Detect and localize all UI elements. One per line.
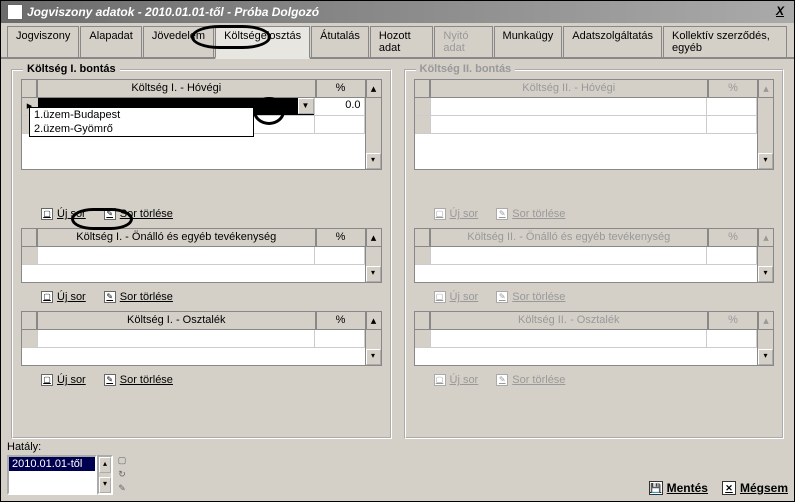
edit-icon[interactable]: ✎: [115, 483, 129, 495]
col-header-pct: %: [316, 79, 366, 98]
scrollbar-3[interactable]: ▾: [365, 330, 381, 365]
new-row-button[interactable]: ▢Új sor: [41, 208, 86, 220]
grid-2-hovegi: Költség II. - Hóvégi % ▴ ▾: [414, 79, 775, 170]
scroll-up-3[interactable]: ▴: [366, 311, 382, 330]
new-icon: ▢: [41, 374, 53, 386]
delete-icon: ✎: [104, 291, 116, 303]
cancel-icon: ✕: [722, 481, 736, 495]
scroll-up[interactable]: ▴: [366, 79, 382, 98]
scrollbar-2[interactable]: ▾: [365, 247, 381, 282]
scroll-up-2[interactable]: ▴: [366, 228, 382, 247]
tab-atutalas[interactable]: Átutalás: [311, 26, 369, 57]
content: Költség I. bontás Költség I. - Hóvégi % …: [1, 59, 794, 449]
col-header-pct-3: %: [316, 311, 366, 330]
cell-pct-1[interactable]: 0.0: [315, 98, 365, 116]
cell-empty-pct[interactable]: [315, 116, 365, 134]
delete-icon: ✎: [496, 291, 508, 303]
row-header-corner: [21, 79, 37, 98]
tab-munkaugy[interactable]: Munkaügy: [494, 26, 563, 57]
col-header-main-3: Költség I. - Osztalék: [37, 311, 316, 330]
app-icon: [7, 4, 23, 20]
close-button[interactable]: X: [772, 4, 788, 20]
tab-bar: Jogviszony Alapadat Jövedelem Költségelo…: [1, 23, 794, 59]
window-title: Jogviszony adatok - 2010.01.01-től - Pró…: [27, 5, 319, 19]
cancel-button[interactable]: ✕Mégsem: [722, 481, 788, 495]
save-icon: 💾: [649, 481, 663, 495]
save-button[interactable]: 💾Mentés: [649, 481, 708, 495]
new-row-button-3[interactable]: ▢Új sor: [41, 374, 86, 386]
delete-row-disabled: ✎Sor törlése: [496, 208, 565, 220]
new-icon: ▢: [434, 374, 446, 386]
delete-icon: ✎: [496, 374, 508, 386]
tab-koltsegelosztas[interactable]: Költségelosztás: [215, 26, 310, 59]
cell-3-pct[interactable]: [315, 330, 365, 348]
cell-2-pct[interactable]: [315, 247, 365, 265]
panel-koltseg-1: Költség I. bontás Költség I. - Hóvégi % …: [11, 69, 392, 439]
tab-adatszolgaltatas[interactable]: Adatszolgáltatás: [563, 26, 662, 57]
scroll-down[interactable]: ▾: [366, 153, 381, 169]
delete-row-button-2[interactable]: ✎Sor törlése: [104, 291, 173, 303]
new-icon: ▢: [434, 291, 446, 303]
hataly-label: Hatály:: [7, 441, 131, 453]
new-icon: ▢: [434, 208, 446, 220]
new-row-disabled: ▢Új sor: [434, 208, 479, 220]
grid-1-osztalek: Költség I. - Osztalék % ▴ ▾: [21, 311, 382, 366]
col-header-main: Költség I. - Hóvégi: [37, 79, 316, 98]
panel-title-2: Költség II. bontás: [416, 63, 516, 75]
tab-hozott-adat[interactable]: Hozott adat: [370, 26, 434, 57]
window: Jogviszony adatok - 2010.01.01-től - Pró…: [0, 0, 795, 502]
hataly-list[interactable]: 2010.01.01-től: [7, 455, 97, 495]
delete-row-button-3[interactable]: ✎Sor törlése: [104, 374, 173, 386]
tab-nyito-adat[interactable]: Nyitó adat: [434, 26, 492, 57]
dropdown-list[interactable]: 1.üzem-Budapest 2.üzem-Gyömrő: [29, 107, 254, 137]
cell-2[interactable]: [38, 247, 315, 265]
hataly-item[interactable]: 2010.01.01-től: [9, 457, 95, 471]
titlebar: Jogviszony adatok - 2010.01.01-től - Pró…: [1, 1, 794, 23]
footer: Hatály: 2010.01.01-től ▴ ▾ ▢ ↻ ✎ 💾Mentés: [7, 441, 788, 495]
scroll-down-icon[interactable]: ▾: [99, 477, 111, 493]
tab-alapadat[interactable]: Alapadat: [80, 26, 141, 57]
grid-2-osztalek: Költség II. - Osztalék % ▴ ▾: [414, 311, 775, 366]
panel-koltseg-2: Költség II. bontás Költség II. - Hóvégi …: [404, 69, 785, 439]
hataly-scroll[interactable]: ▴ ▾: [97, 455, 113, 495]
grid-1-onallo: Költség I. - Önálló és egyéb tevékenység…: [21, 228, 382, 283]
new-row-button-2[interactable]: ▢Új sor: [41, 291, 86, 303]
hataly-section: Hatály: 2010.01.01-től ▴ ▾ ▢ ↻ ✎: [7, 441, 131, 495]
col-header-main-2: Költség I. - Önálló és egyéb tevékenység: [37, 228, 316, 247]
delete-icon: ✎: [104, 374, 116, 386]
tab-jogviszony[interactable]: Jogviszony: [7, 26, 79, 57]
new-icon: ▢: [41, 291, 53, 303]
col-header-pct-2: %: [316, 228, 366, 247]
delete-row-button[interactable]: ✎Sor törlése: [104, 208, 173, 220]
delete-icon: ✎: [104, 208, 116, 220]
delete-icon: ✎: [496, 208, 508, 220]
grid-2-onallo: Költség II. - Önálló és egyéb tevékenysé…: [414, 228, 775, 283]
hataly-tools: ▢ ↻ ✎: [115, 455, 131, 495]
toolbar-1: ▢Új sor ✎Sor törlése: [21, 204, 382, 228]
page-icon[interactable]: ▢: [115, 455, 129, 467]
scroll-up-icon[interactable]: ▴: [99, 457, 111, 473]
tab-jovedelem[interactable]: Jövedelem: [143, 26, 214, 57]
refresh-icon[interactable]: ↻: [115, 469, 129, 481]
dropdown-toggle[interactable]: ▼: [298, 98, 314, 114]
cell-3[interactable]: [38, 330, 315, 348]
dropdown-option-2[interactable]: 2.üzem-Gyömrő: [30, 122, 253, 136]
dropdown-option-1[interactable]: 1.üzem-Budapest: [30, 108, 253, 122]
scrollbar[interactable]: ▾: [365, 98, 381, 169]
new-icon: ▢: [41, 208, 53, 220]
panel-title-1: Költség I. bontás: [23, 63, 120, 75]
tab-kollektiv[interactable]: Kollektív szerződés, egyéb: [663, 26, 787, 57]
